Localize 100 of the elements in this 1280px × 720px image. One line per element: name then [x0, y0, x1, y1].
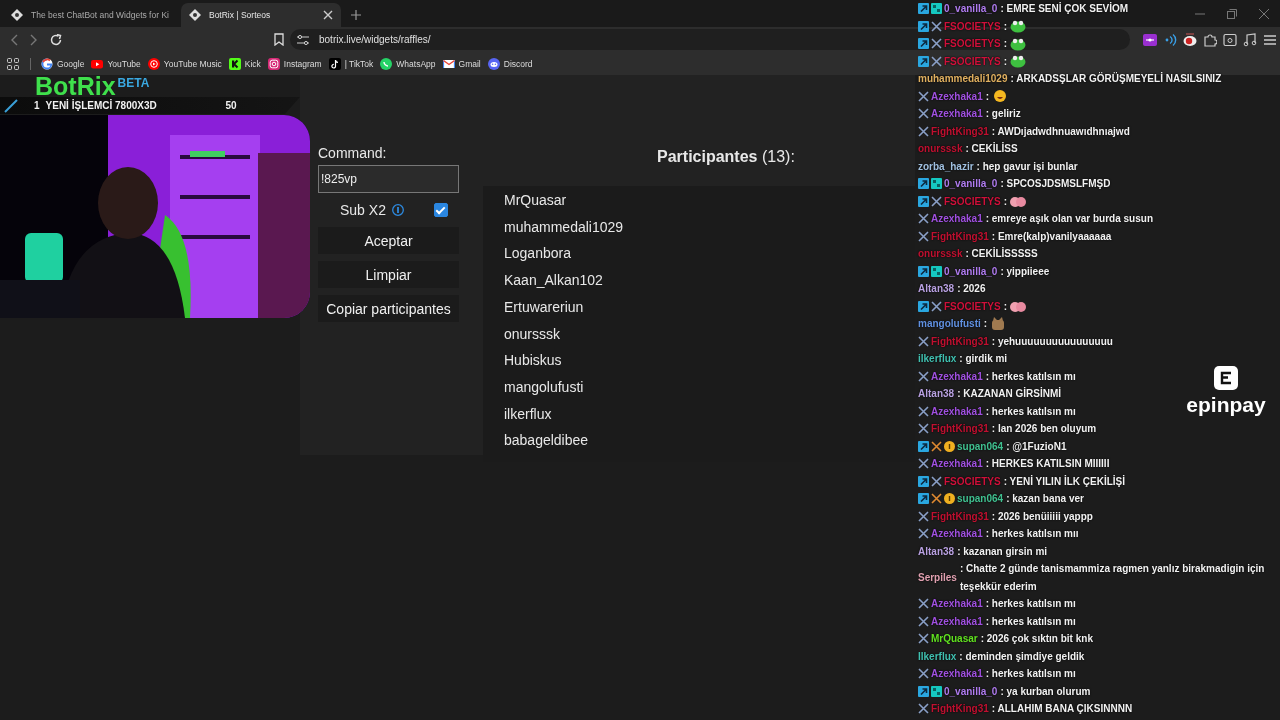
chat-message: :	[1003, 299, 1008, 314]
chat-username: muhammedali1029	[918, 72, 1008, 86]
swords-icon	[918, 510, 929, 522]
diamond-icon	[11, 9, 23, 21]
emote-icon	[1010, 36, 1027, 51]
arrow-badge-icon	[918, 493, 929, 505]
bookmark-link[interactable]: Google	[41, 57, 85, 70]
swords-icon	[918, 370, 929, 382]
arrow-badge-icon	[918, 265, 929, 277]
bookmark-link[interactable]: Discord	[487, 57, 533, 70]
chat-username: FightKing31	[931, 334, 989, 349]
site-settings-icon[interactable]	[297, 34, 309, 45]
chat-username: Azexhaka1	[931, 369, 983, 384]
chat-username: ilkerflux	[918, 352, 957, 366]
emote-icon	[992, 89, 1009, 104]
browser-tab[interactable]: The best ChatBot and Widgets for Ki	[3, 3, 177, 27]
record-icon[interactable]	[1183, 32, 1197, 47]
swords-icon	[918, 423, 929, 435]
bookmark-icon	[442, 57, 455, 70]
bookmark-icon	[147, 57, 160, 70]
emote-icon	[1010, 54, 1027, 69]
chat-message: : herkes katılsın mıı	[985, 527, 1079, 541]
command-field[interactable]: !825vp	[318, 165, 459, 193]
bookmark-icon	[228, 57, 241, 70]
participant-name: muhammedali1029	[504, 217, 625, 237]
chat-username: 0_vanilla_0	[944, 2, 998, 16]
swords-icon	[918, 405, 929, 417]
menu-icon[interactable]	[1263, 32, 1277, 47]
chat-username: FSOCIETYS	[944, 37, 1001, 51]
bookmark-icon[interactable]	[274, 33, 284, 46]
field-label: Command:	[318, 145, 388, 163]
chat-username: onursssk	[918, 247, 963, 261]
puzzle-icon[interactable]	[1203, 32, 1217, 47]
chat-username: Altan38	[918, 282, 955, 296]
chat-message: : yippiieee	[1000, 264, 1050, 279]
slash-icon	[4, 98, 18, 113]
chat-message: : 2026 çok sıktın bit knk	[980, 632, 1093, 646]
new-tab-icon[interactable]	[350, 10, 361, 20]
participant-name: MrQuasar	[504, 191, 568, 210]
chat-message: : AWDıjadwdhnuawıdhnıajwd	[991, 124, 1130, 139]
bookmark-link[interactable]: YouTube Music	[147, 57, 222, 70]
chat-message: :	[1003, 54, 1008, 69]
apps-grid-icon[interactable]	[7, 57, 19, 70]
bookmark-icon	[380, 57, 393, 70]
sponsor-logo-text: epinpay	[1186, 393, 1266, 417]
coin-icon	[944, 493, 955, 505]
checkbox-label: Sub X2	[340, 202, 386, 218]
bookmark-link[interactable]: Instagram	[267, 57, 322, 70]
sub-checkbox[interactable]	[433, 203, 448, 217]
bookmark-link[interactable]: | TikTok	[328, 57, 374, 70]
logo-text: BotRix	[35, 76, 116, 97]
swords-icon	[918, 703, 929, 715]
sound-waves-icon[interactable]	[1163, 32, 1177, 47]
bookmark-link[interactable]: Kick	[228, 57, 261, 70]
back-icon[interactable]	[10, 33, 18, 46]
chat-message: : lan 2026 ben oluyum	[991, 422, 1097, 436]
extension-icon[interactable]	[1143, 32, 1157, 47]
chat-message: : Chatte 2 günde tanismammiza ragmen yanlız birakmadigin için teşekkür ederim	[959, 562, 1266, 594]
bookmark-link[interactable]: YouTube	[91, 57, 141, 70]
music-icon[interactable]	[1243, 32, 1257, 47]
chat-message: : SPCOSJDSMSLFMŞD	[1000, 177, 1111, 191]
close-icon[interactable]	[322, 10, 333, 20]
chat-username: Azexhaka1	[931, 212, 983, 226]
swords-icon	[931, 38, 942, 50]
chat-username: Ilkerflux	[918, 649, 957, 664]
bookmark-link[interactable]: WhatsApp	[380, 57, 436, 70]
action-button[interactable]: Limpiar	[318, 261, 459, 288]
chat-username: FightKing31	[931, 509, 989, 524]
reload-icon[interactable]	[50, 33, 62, 46]
chat-username: Azexhaka1	[931, 89, 983, 104]
chat-username: FightKing31	[931, 422, 989, 436]
swords-icon	[918, 668, 929, 680]
chat-message: : ALLAHIM BANA ÇIKSINNNN	[991, 702, 1133, 716]
swords-icon	[931, 300, 942, 312]
action-button[interactable]: Copiar participantes	[318, 295, 459, 322]
arrow-badge-icon	[918, 55, 929, 67]
chat-username: onursssk	[918, 142, 963, 156]
arrow-badge-icon	[918, 195, 929, 207]
bookmark-link[interactable]: Gmail	[442, 57, 481, 70]
bookmark-icon	[91, 57, 104, 70]
swords-icon	[931, 20, 942, 32]
close-icon[interactable]	[1259, 9, 1269, 19]
chat-username: Azexhaka1	[931, 614, 983, 629]
chat-message: :	[1003, 194, 1008, 209]
swords-icon	[931, 195, 942, 207]
action-button[interactable]: Aceptar	[318, 227, 459, 254]
chat-message: : kazanan girsin mi	[957, 544, 1048, 559]
chat-username: Azexhaka1	[931, 404, 983, 419]
chat-message: :	[985, 89, 990, 104]
chat-message: :	[1003, 37, 1008, 51]
participant-name: Loganbora	[504, 244, 572, 264]
swords-icon	[931, 475, 942, 487]
chat-message: : CEKİLİSSSSS	[965, 246, 1038, 261]
bookmark-icon	[328, 57, 341, 70]
forward-icon[interactable]	[30, 33, 38, 46]
info-icon[interactable]	[391, 204, 404, 216]
sidebar-icon[interactable]	[1223, 32, 1237, 47]
goal-rank: 1	[34, 100, 40, 111]
browser-tab[interactable]: BotRix | Sorteos	[180, 3, 341, 27]
restore-icon[interactable]	[1227, 9, 1237, 19]
